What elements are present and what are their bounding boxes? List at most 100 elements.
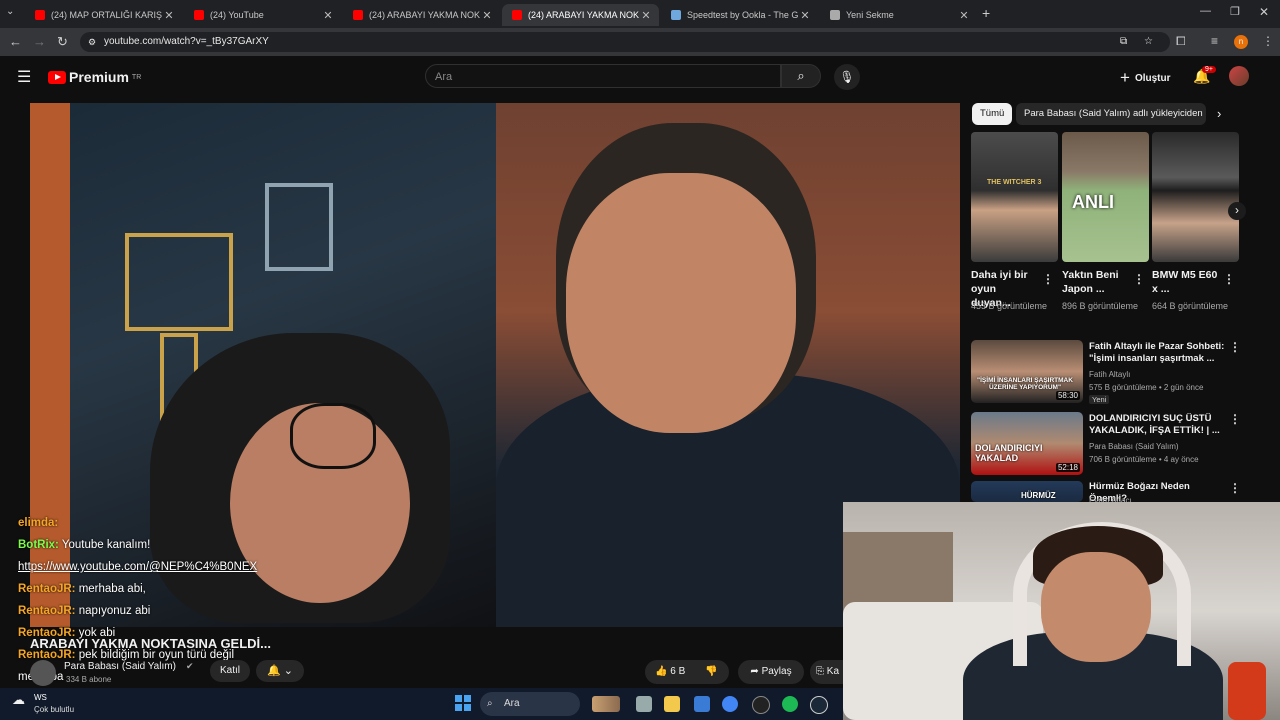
taskbar-search[interactable]: ⌕ Ara — [480, 692, 580, 716]
minimize-button[interactable]: — — [1200, 5, 1211, 17]
chat-username[interactable]: BotRix: — [18, 539, 59, 551]
file-explorer-icon[interactable] — [664, 696, 680, 712]
video-thumbnail[interactable]: "İŞİMİ İNSANLARI ŞAŞIRTMAK ÜZERİNE YAPIY… — [971, 340, 1083, 403]
channel-name[interactable]: Fatih Altaylı — [1089, 369, 1130, 380]
tab-title: Speedtest by Ookla - The Glob — [687, 10, 798, 20]
maximize-button[interactable]: ❐ — [1230, 5, 1240, 18]
site-info-icon[interactable]: ⚙ — [88, 32, 96, 52]
video-title[interactable]: Fatih Altaylı ile Pazar Sohbeti: "İşimi … — [1089, 341, 1229, 365]
chat-username[interactable]: RentaoJR: — [18, 583, 76, 595]
chat-text: merhaba abi, — [75, 583, 146, 595]
short-thumbnail[interactable]: THE WITCHER 3 — [971, 132, 1058, 262]
dislike-button[interactable]: 👎 — [705, 660, 717, 684]
join-button[interactable]: Katıl — [210, 660, 250, 682]
video-meta: 575 B görüntüleme • 2 gün önce — [1089, 383, 1204, 392]
browser-tab[interactable]: (24) ARABAYI YAKMA NOKTASI✕ — [343, 4, 500, 26]
task-view-icon[interactable] — [636, 696, 652, 712]
video-thumbnail[interactable]: HÜRMÜZ — [971, 481, 1083, 502]
channel-name[interactable]: Para Babası (Said Yalım) — [1089, 441, 1179, 452]
close-tab-icon[interactable]: ✕ — [798, 9, 812, 22]
chrome-icon[interactable] — [722, 696, 738, 712]
hamburger-menu-icon[interactable]: ☰ — [17, 67, 31, 87]
close-tab-icon[interactable]: ✕ — [321, 9, 335, 22]
steam-icon[interactable] — [810, 696, 828, 714]
tab-title: (24) MAP ORTALIĞI KARIŞTIRDI — [51, 10, 162, 20]
browser-tab[interactable]: Yeni Sekme ✕ — [820, 4, 977, 26]
duration-badge: 58:30 — [1055, 391, 1080, 400]
browser-tab[interactable]: Speedtest by Ookla - The Glob✕ — [661, 4, 818, 26]
store-icon[interactable] — [694, 696, 710, 712]
profile-avatar[interactable]: n — [1234, 35, 1248, 49]
channel-name[interactable]: Para Babası (Said Yalım) — [64, 661, 176, 672]
close-window-button[interactable]: ✕ — [1259, 5, 1269, 19]
chat-text: Youtube kanalım! — [58, 539, 151, 551]
chat-link[interactable]: https://www.youtube.com/@NEP%C4%B0NEX — [18, 561, 257, 573]
channel-avatar[interactable] — [30, 660, 56, 686]
short-title[interactable]: Yaktın Beni Japon ... — [1062, 268, 1128, 296]
close-tab-icon[interactable]: ✕ — [480, 9, 494, 22]
xbox-icon[interactable] — [782, 696, 798, 712]
chevron-right-icon[interactable]: › — [1217, 106, 1221, 121]
close-tab-icon[interactable]: ✕ — [957, 9, 971, 22]
voice-search-button[interactable]: 🎙 — [834, 64, 860, 90]
new-tab-button[interactable]: + — [982, 5, 990, 21]
search-input[interactable]: Ara — [425, 64, 781, 88]
bookmark-icon: ⎘ — [816, 666, 824, 677]
subscription-bell-button[interactable]: 🔔 ⌄ — [256, 660, 304, 682]
chip-from-uploader[interactable]: Para Babası (Said Yalım) adlı yükleyicid… — [1016, 103, 1206, 125]
browser-tab-bar: ⌄ (24) MAP ORTALIĞI KARIŞTIRDI✕(24) YouT… — [0, 0, 1280, 28]
browser-tab[interactable]: (24) YouTube ✕ — [184, 4, 341, 26]
back-arrow-icon[interactable]: ← — [9, 34, 22, 49]
bell-icon: 🔔 — [267, 665, 281, 677]
start-button-icon[interactable] — [455, 695, 471, 711]
app-g-icon[interactable] — [752, 696, 770, 714]
bookmark-star-icon[interactable]: ☆ — [1144, 32, 1153, 52]
more-options-icon[interactable]: ⋮ — [1229, 481, 1241, 495]
video-thumbnail[interactable]: DOLANDIRICIYI YAKALAD 52:18 — [971, 412, 1083, 475]
more-options-icon[interactable]: ⋮ — [1223, 272, 1235, 286]
short-title[interactable]: BMW M5 E60 x ... — [1152, 268, 1218, 296]
chat-username[interactable]: elimda: — [18, 517, 58, 529]
short-thumbnail[interactable]: ANLI — [1062, 132, 1149, 262]
url-field[interactable]: ⚙ youtube.com/watch?v=_tBy37GArXY ⧉ ☆ — [80, 32, 1170, 52]
browser-tab[interactable]: (24) MAP ORTALIĞI KARIŞTIRDI✕ — [25, 4, 182, 26]
browser-tab[interactable]: (24) ARABAYI YAKMA NOKTASI✕ — [502, 4, 659, 26]
cast-icon[interactable]: ⧉ — [1120, 32, 1127, 52]
verified-icon: ✔ — [186, 661, 194, 671]
microphone-icon: 🎙 — [839, 70, 855, 84]
create-button[interactable]: + Oluştur — [1120, 68, 1171, 88]
video-title[interactable]: DOLANDIRICIYI SUÇ ÜSTÜ YAKALADIK, İFŞA E… — [1089, 413, 1229, 437]
chip-all[interactable]: Tümü — [972, 103, 1013, 125]
tab-search-button[interactable]: ⌄ — [6, 6, 14, 17]
menu-kebab-icon[interactable]: ⋮ — [1262, 34, 1274, 48]
more-options-icon[interactable]: ⋮ — [1042, 272, 1054, 286]
short-thumbnail[interactable] — [1152, 132, 1239, 262]
widgets-icon[interactable] — [592, 696, 620, 712]
chat-message: RentaoJR: napıyonuz abi — [18, 600, 318, 622]
more-options-icon[interactable]: ⋮ — [1229, 340, 1241, 354]
account-avatar[interactable] — [1229, 66, 1249, 86]
youtube-logo[interactable]: Premium TR — [48, 69, 141, 85]
weather-icon: ☁ — [12, 692, 25, 707]
weather-label: WS — [34, 693, 47, 702]
more-options-icon[interactable]: ⋮ — [1133, 272, 1145, 286]
extensions-icon[interactable]: ⧠ — [1176, 34, 1186, 49]
shorts-next-button[interactable]: › — [1228, 202, 1246, 220]
forward-arrow-icon[interactable]: → — [33, 34, 46, 49]
reading-list-icon[interactable]: ≡ — [1211, 34, 1218, 48]
chat-text: napıyonuz abi — [75, 605, 151, 617]
video-title: ARABAYI YAKMA NOKTASINA GELDİ... — [30, 636, 272, 651]
thumbs-down-icon: 👎 — [705, 666, 718, 677]
more-options-icon[interactable]: ⋮ — [1229, 412, 1241, 426]
close-tab-icon[interactable]: ✕ — [639, 9, 653, 22]
search-button[interactable]: ⌕ — [781, 64, 821, 88]
youtube-play-logo-icon — [48, 70, 66, 84]
chat-username[interactable]: RentaoJR: — [18, 605, 76, 617]
windows-taskbar: ☁ ⌕ Ara — [0, 688, 843, 720]
close-tab-icon[interactable]: ✕ — [162, 9, 176, 22]
region-code: TR — [131, 73, 142, 81]
reload-icon[interactable]: ↻ — [57, 34, 68, 50]
subscriber-count: 334 B abone — [66, 675, 112, 684]
like-button[interactable]: 👍 6 B — [655, 660, 685, 684]
share-button[interactable]: ➦ Paylaş — [738, 660, 804, 684]
